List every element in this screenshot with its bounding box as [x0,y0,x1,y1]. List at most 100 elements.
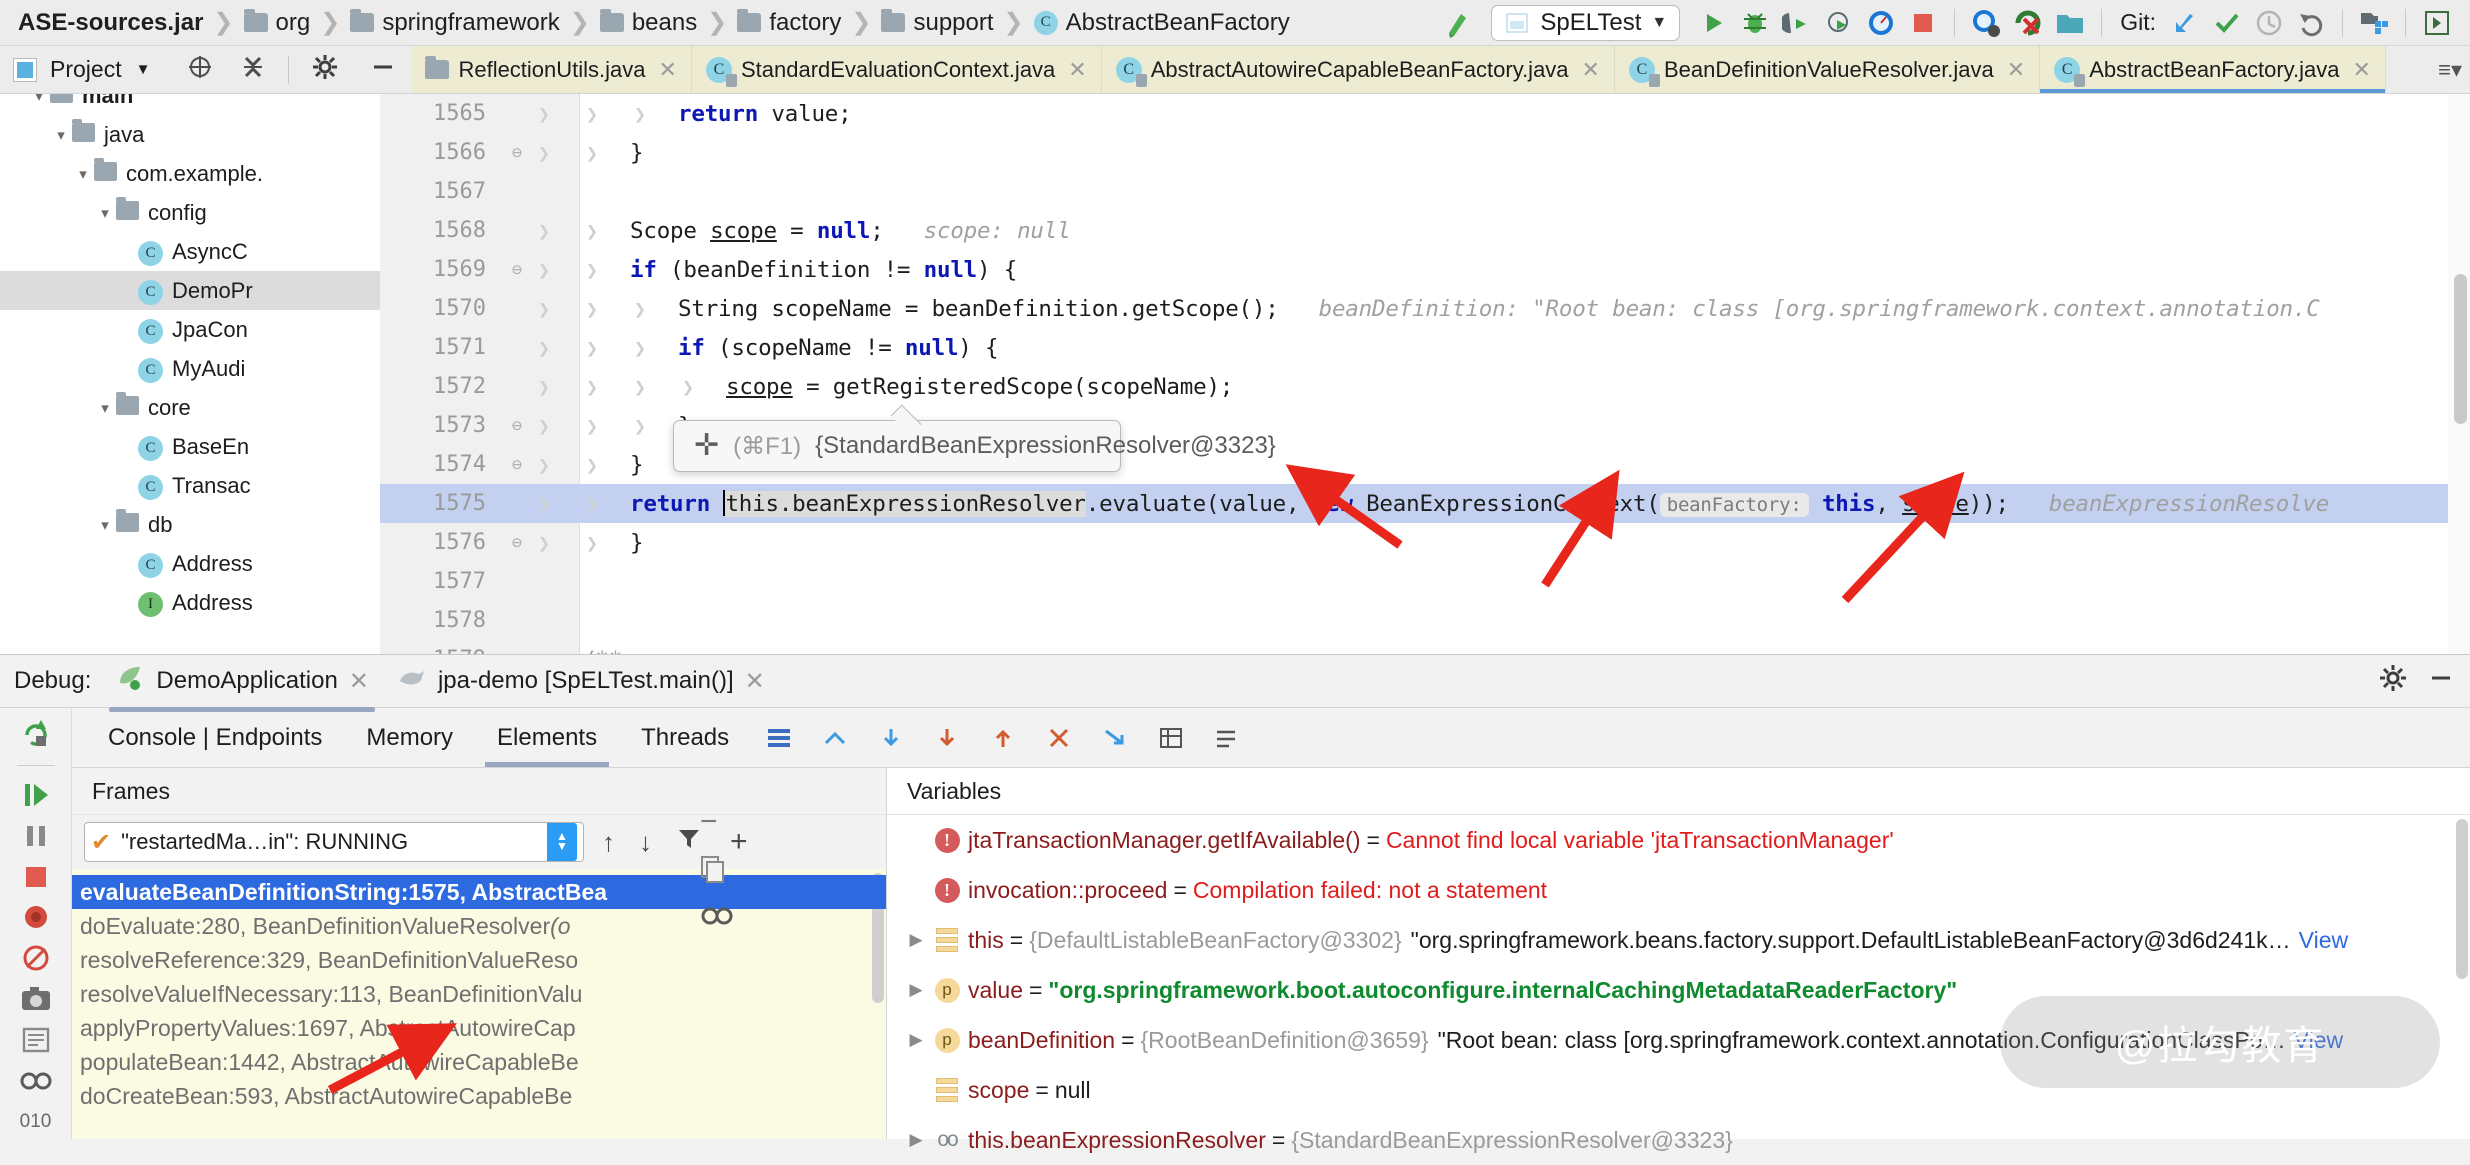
combo-arrow-icon[interactable]: ▲ ▼ [547,823,577,861]
breadcrumb-item-support[interactable]: support [875,2,999,44]
profiler-settings-button[interactable] [1967,4,2005,42]
expand-arrow-icon[interactable]: ▶ [901,980,931,1000]
glasses-button[interactable] [8,1063,64,1098]
close-icon[interactable]: ✕ [659,57,677,83]
line-number[interactable]: 1571 [380,335,500,360]
tree-item-transac[interactable]: C Transac [0,466,380,505]
close-icon[interactable]: ✕ [1582,57,1600,83]
tree-item-address[interactable]: I Address [0,583,380,622]
settings-icon[interactable] [311,53,339,87]
frame-row[interactable]: resolveReference:329, BeanDefinitionValu… [72,943,886,977]
profile-button[interactable] [1820,4,1858,42]
tree-item-jpacon[interactable]: C JpaCon [0,310,380,349]
line-number[interactable]: 1569 [380,257,500,282]
code-line-1566[interactable]: 1566 ⊖ ❯ ❯} [380,133,2470,172]
line-number[interactable]: 1565 [380,101,500,126]
git-history-button[interactable] [2250,4,2288,42]
code-line-1579[interactable]: 1579⊖❯/** [380,640,2470,655]
settings-list-button[interactable] [8,1022,64,1057]
debug-session-tab-demoapplication[interactable]: DemoApplication ✕ [101,657,383,712]
line-number[interactable]: 1574 [380,452,500,477]
breadcrumb-item-ase-sources-jar[interactable]: ASE-sources.jar [8,2,209,44]
variables-list[interactable]: ! jtaTransactionManager.getIfAvailable() =… [887,815,2470,1153]
close-icon[interactable]: ✕ [745,667,765,696]
tab-overflow-icon[interactable]: ≡▾ [2430,46,2470,93]
expand-arrow-icon[interactable]: ▶ [901,1030,931,1050]
close-icon[interactable]: ✕ [349,667,369,696]
line-number[interactable]: 1579 [380,647,500,654]
tree-item-core[interactable]: ▾ core [0,388,380,427]
glasses-icon[interactable] [700,905,734,933]
attach-profiler-button[interactable] [1862,4,1900,42]
code-line-1567[interactable]: 1567 [380,172,2470,211]
camera-button[interactable] [8,982,64,1017]
code-line-1578[interactable]: 1578 [380,601,2470,640]
close-icon[interactable]: ✕ [1068,57,1086,83]
editor-tab-beandefinitionvalueresolver[interactable]: C BeanDefinitionValueResolver.java ✕ [1614,46,2041,93]
code-editor[interactable]: 1565 ❯ ❯ ❯ return value; 1566 ⊖ ❯ ❯} 1567 1568 ❯ ❯ Sc… [380,94,2470,654]
pause-button[interactable] [8,818,64,853]
variable-row[interactable]: ! invocation::proceed = Compilation failed:… [887,865,2470,915]
collapse-all-icon[interactable] [240,53,266,87]
mute-breakpoints-button[interactable] [8,900,64,935]
move-down-button[interactable]: ↓ [633,827,658,858]
chevron-down-icon[interactable]: ▾ [50,126,72,144]
frame-row[interactable]: resolveValueIfNecessary:113, BeanDefinit… [72,977,886,1011]
force-step-into-icon[interactable] [807,725,863,751]
editor-tab-abstractautowirecapablebeanfactory[interactable]: C AbstractAutowireCapableBeanFactory.java… [1101,46,1615,93]
code-line-1570[interactable]: 1570 ❯ ❯ ❯ String scopeName = beanDefinition… [380,289,2470,328]
project-tree[interactable]: ▾ main ▾ java ▾ com.example. ▾ config C AsyncC C De… [0,94,380,654]
evaluate-expression-icon[interactable] [1143,725,1199,751]
line-number[interactable]: 1570 [380,296,500,321]
debug-tab-memory[interactable]: Memory [344,709,475,767]
frames-list[interactable]: evaluateBeanDefinitionString:1575, Abstr… [72,869,886,1139]
tree-item-address[interactable]: C Address [0,544,380,583]
git-commit-button[interactable] [2208,4,2246,42]
resume-button[interactable] [8,778,64,813]
line-number[interactable]: 1577 [380,569,500,594]
expand-arrow-icon[interactable]: ▶ [901,1130,931,1150]
step-into-icon[interactable] [919,725,975,751]
line-number[interactable]: 1566 [380,140,500,165]
frame-row[interactable]: applyPropertyValues:1697, AbstractAutowi… [72,1011,886,1045]
code-line-1571[interactable]: 1571 ❯ ❯ ❯ if (scopeName != null) { [380,328,2470,367]
settings-list-icon[interactable] [1199,725,1255,751]
line-number[interactable]: 1568 [380,218,500,243]
line-number[interactable]: 1567 [380,179,500,204]
layout-icon[interactable] [751,725,807,751]
move-up-button[interactable]: ↑ [596,827,621,858]
chevron-down-icon[interactable]: ▼ [1651,14,1667,32]
breadcrumb-item-factory[interactable]: factory [731,2,847,44]
stop-recording-button[interactable] [2009,4,2047,42]
git-rollback-button[interactable] [2292,4,2330,42]
value-tooltip[interactable]: ✛ (⌘F1) {StandardBeanExpressionResolver@… [673,404,1276,472]
debug-session-tab-jpa-demo[interactable]: jpa-demo [SpELTest.main()] ✕ [383,659,779,704]
frame-row[interactable]: evaluateBeanDefinitionString:1575, Abstr… [72,875,886,909]
editor-tab-reflectionutils[interactable]: ReflectionUtils.java ✕ [411,46,692,93]
remove-button[interactable]: − [700,805,734,839]
tree-item-demopr[interactable]: C DemoPr [0,271,380,310]
run-button[interactable] [1694,4,1732,42]
project-tool-window-header[interactable]: Project ▼ [0,46,412,93]
code-line-1576[interactable]: 1576 ⊖ ❯ ❯} [380,523,2470,562]
variable-row[interactable]: ▶ oo this.beanExpressionResolver = {Standard… [887,1115,2470,1165]
variable-row[interactable]: ! jtaTransactionManager.getIfAvailable() =… [887,815,2470,865]
chevron-down-icon[interactable]: ▾ [94,399,116,417]
build-icon[interactable] [1439,4,1477,42]
line-number[interactable]: 1572 [380,374,500,399]
tree-item-asyncc[interactable]: C AsyncC [0,232,380,271]
step-out-icon[interactable] [975,725,1031,751]
frame-row[interactable]: doCreateBean:593, AbstractAutowireCapabl… [72,1079,886,1113]
chevron-down-icon[interactable]: ▾ [94,516,116,534]
chevron-down-icon[interactable]: ▼ [136,61,151,78]
breadcrumb-item-org[interactable]: org [238,2,317,44]
code-line-1577[interactable]: 1577 [380,562,2470,601]
debug-tab-console[interactable]: Console | Endpoints [86,709,344,767]
fold-icon[interactable]: ⊖ [500,416,534,436]
editor-tab-standardevaluationcontext[interactable]: C StandardEvaluationContext.java ✕ [691,46,1102,93]
close-icon[interactable]: ✕ [2352,57,2370,83]
chevron-down-icon[interactable]: ▾ [28,94,50,105]
tree-item-myaudi[interactable]: C MyAudi [0,349,380,388]
editor-scrollbar[interactable] [2448,94,2470,654]
line-number[interactable]: 1576 [380,530,500,555]
